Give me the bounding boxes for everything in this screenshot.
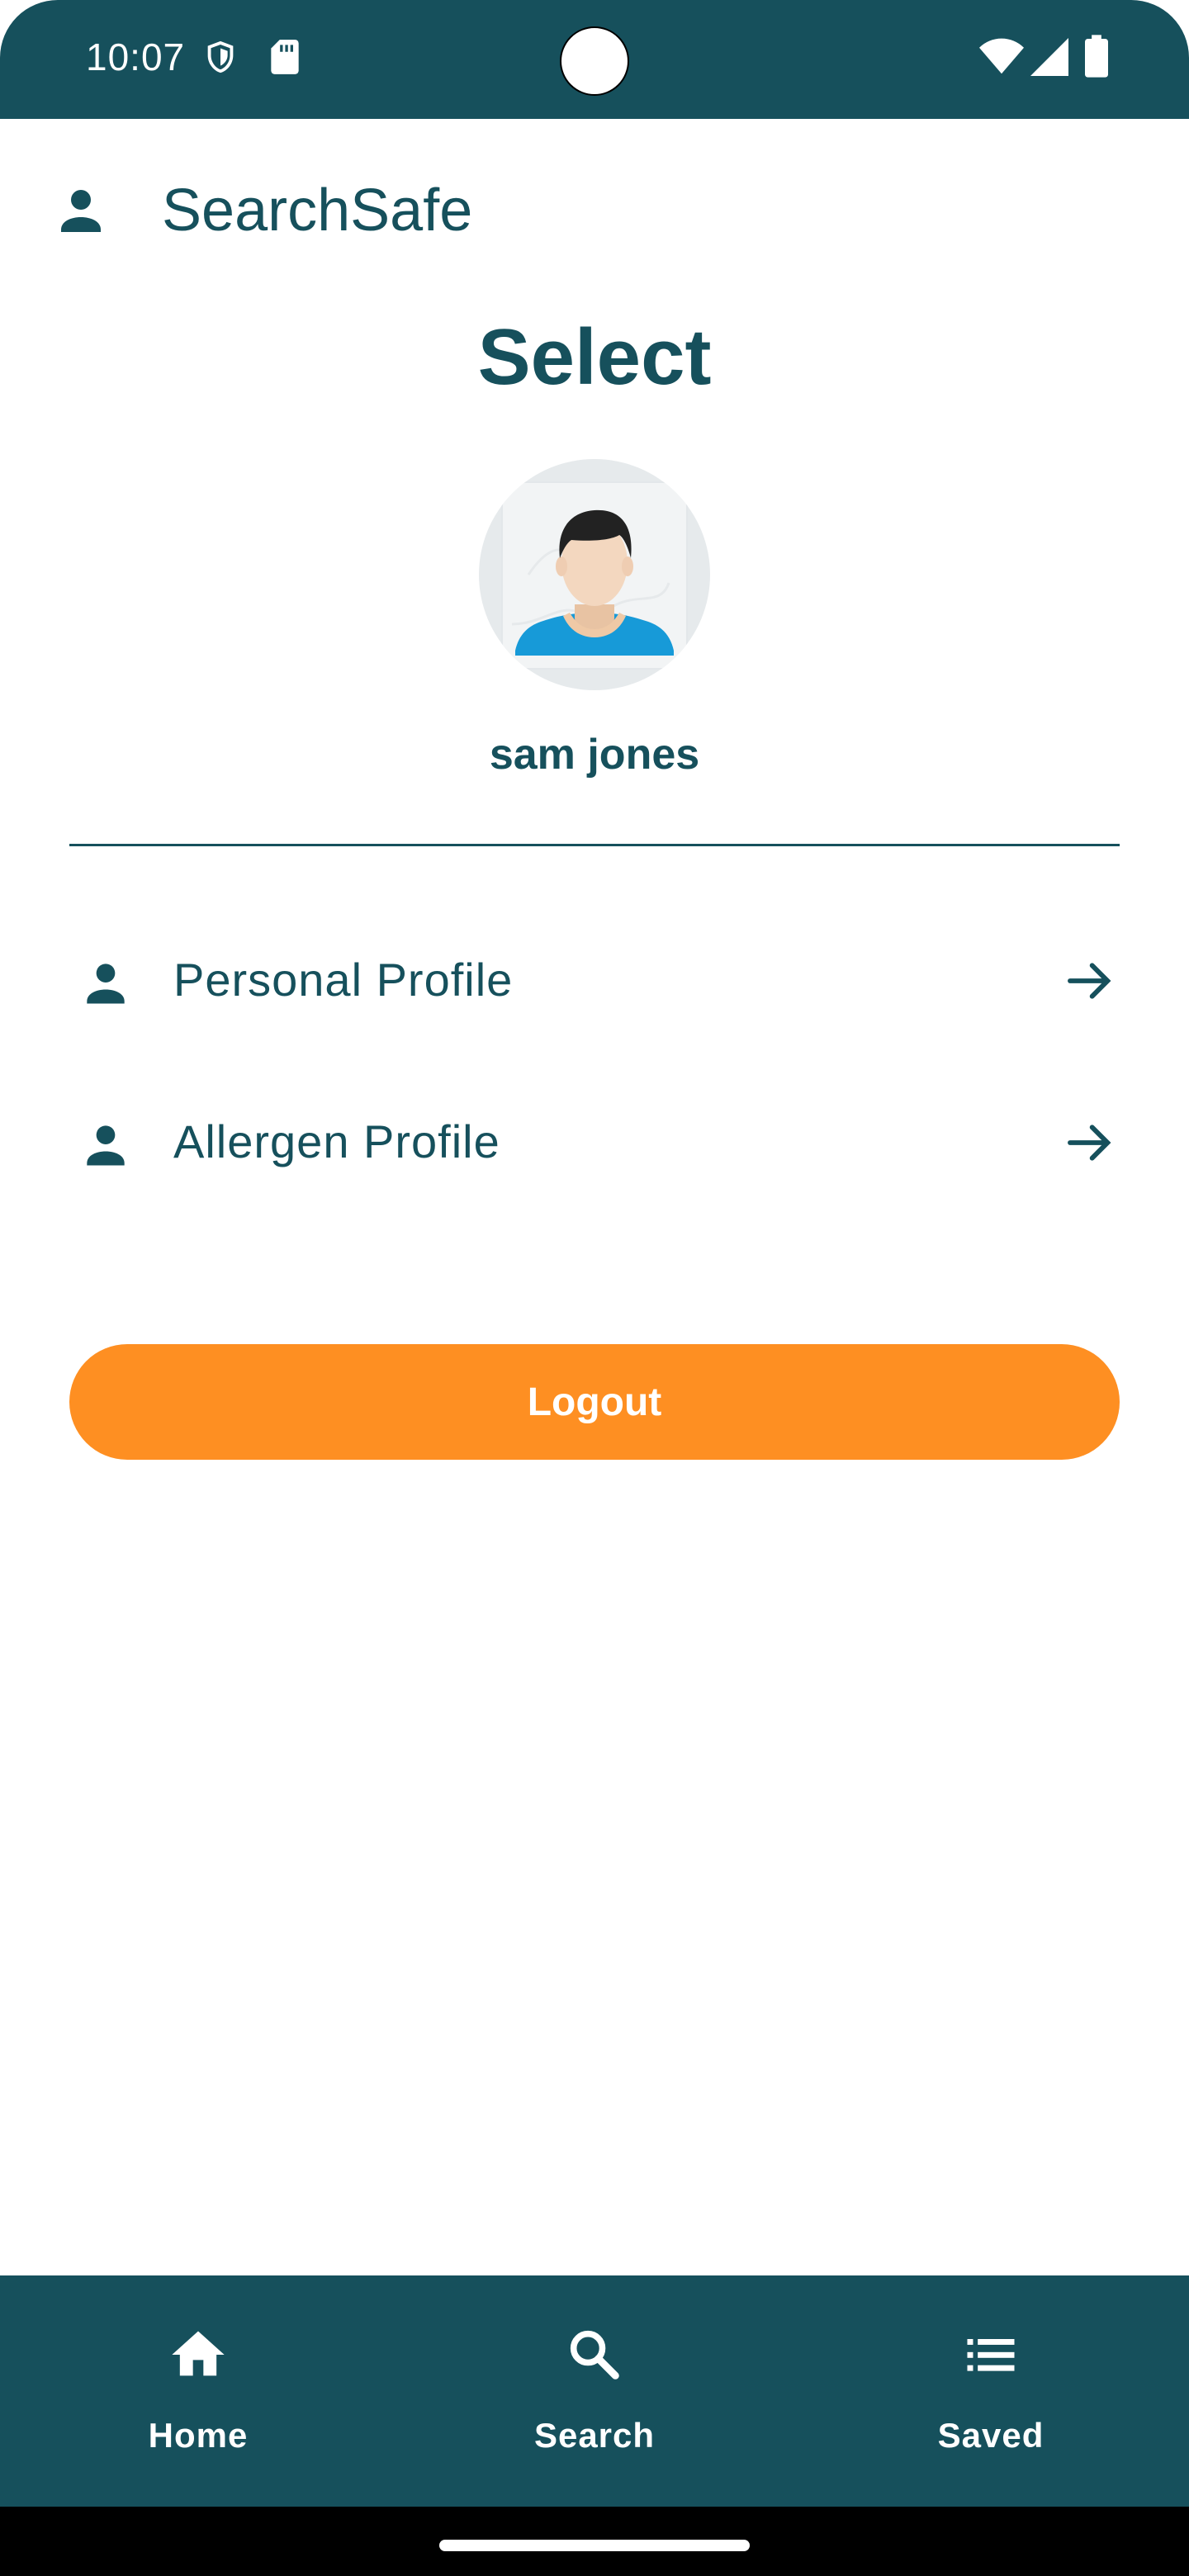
sd-card-icon xyxy=(268,36,302,82)
nav-item-search[interactable]: Search xyxy=(396,2275,793,2507)
person-icon xyxy=(78,954,134,1015)
shield-icon xyxy=(201,36,239,82)
user-name: sam jones xyxy=(489,731,700,779)
battery-icon xyxy=(1085,35,1108,82)
divider xyxy=(69,844,1120,846)
nav-item-saved[interactable]: Saved xyxy=(793,2275,1189,2507)
home-gesture-handle[interactable] xyxy=(439,2540,750,2551)
status-bar: 10:07 xyxy=(0,0,1189,119)
arrow-right-icon xyxy=(1063,1116,1116,1173)
menu-item-label: Allergen Profile xyxy=(173,1115,500,1167)
app-header: SearchSafe xyxy=(0,119,1189,309)
signal-icon xyxy=(1030,38,1068,80)
app-title: SearchSafe xyxy=(162,178,473,244)
menu-item-allergen-profile[interactable]: Allergen Profile xyxy=(69,1077,1120,1209)
arrow-right-icon xyxy=(1063,954,1116,1011)
home-icon xyxy=(167,2323,230,2390)
wifi-icon xyxy=(979,38,1024,80)
logout-button[interactable]: Logout xyxy=(69,1344,1120,1460)
menu-item-personal-profile[interactable]: Personal Profile xyxy=(69,915,1120,1047)
search-icon xyxy=(563,2323,626,2390)
status-time: 10:07 xyxy=(86,36,186,78)
bottom-navigation: Home Search Saved xyxy=(0,2275,1189,2507)
nav-label: Search xyxy=(533,2416,656,2455)
list-icon xyxy=(959,2323,1022,2390)
user-avatar xyxy=(479,459,710,690)
nav-label: Saved xyxy=(937,2416,1045,2455)
nav-label: Home xyxy=(148,2416,249,2455)
gesture-bar xyxy=(0,2507,1189,2576)
menu-item-label: Personal Profile xyxy=(173,954,514,1006)
front-camera xyxy=(560,26,629,96)
person-icon[interactable] xyxy=(51,180,111,244)
nav-item-home[interactable]: Home xyxy=(0,2275,396,2507)
page-title: Select xyxy=(477,313,712,401)
person-icon xyxy=(78,1116,134,1177)
